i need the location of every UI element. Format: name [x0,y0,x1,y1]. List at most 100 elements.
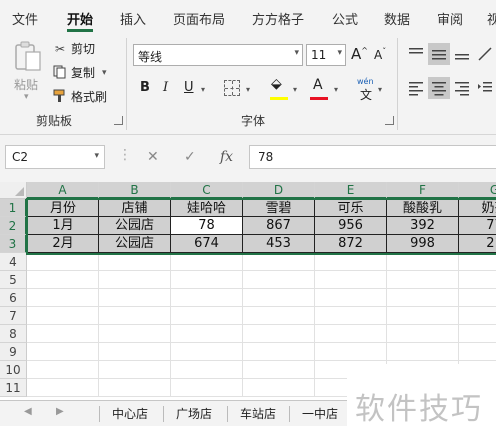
tab-page-layout[interactable]: 页面布局 [173,9,225,28]
cell-d7[interactable] [243,307,315,325]
sheet-tab[interactable]: 车站店 [228,404,288,424]
column-header-d[interactable]: D [243,182,315,199]
cell-b11[interactable] [99,379,171,397]
cell-a11[interactable] [27,379,99,397]
tab-home[interactable]: 开始 [67,9,93,28]
row-header-4[interactable]: 4 [0,253,27,271]
cell-a10[interactable] [27,361,99,379]
column-header-g[interactable]: G [459,182,496,199]
cell-c11[interactable] [171,379,243,397]
border-dropdown-icon[interactable]: ▾ [246,85,250,94]
cell-f2[interactable]: 392 [387,217,459,235]
chevron-down-icon[interactable]: ▾ [94,151,99,161]
cell-a7[interactable] [27,307,99,325]
shrink-font-button[interactable]: Aˇ [374,47,386,62]
cell-e8[interactable] [315,325,387,343]
paste-icon[interactable] [13,41,43,73]
cancel-icon[interactable]: ✕ [147,149,159,165]
cell-f4[interactable] [387,253,459,271]
more-options-icon[interactable]: ⋮ [118,147,132,163]
cell-c7[interactable] [171,307,243,325]
italic-button[interactable]: I [163,80,168,95]
cell-d5[interactable] [243,271,315,289]
cell-c4[interactable] [171,253,243,271]
center-align-button[interactable] [428,77,450,99]
font-size-select[interactable]: 11 ▾ [306,44,346,66]
font-color-dropdown-icon[interactable]: ▾ [334,85,338,94]
grow-font-button[interactable]: A^ [351,45,368,63]
middle-align-button[interactable] [428,43,450,65]
cell-e5[interactable] [315,271,387,289]
column-header-c[interactable]: C [171,182,243,199]
sheet-tab[interactable]: 中心店 [100,404,160,424]
row-header-11[interactable]: 11 [0,379,27,397]
right-align-button[interactable] [451,77,473,99]
sheet-tab[interactable]: 一中店 [290,404,350,424]
cell-g4[interactable] [459,253,496,271]
cell-c9[interactable] [171,343,243,361]
formula-input[interactable]: 78 [249,145,496,169]
cell-b4[interactable] [99,253,171,271]
paste-button[interactable]: 粘贴 [14,76,38,93]
bottom-align-button[interactable] [451,43,473,65]
cell-f3[interactable]: 998 [387,235,459,253]
column-header-f[interactable]: F [387,182,459,199]
row-header-1[interactable]: 1 [0,199,27,217]
tab-formulas[interactable]: 公式 [332,9,358,28]
column-header-b[interactable]: B [99,182,171,199]
cell-c10[interactable] [171,361,243,379]
cell-c2[interactable]: 78 [171,217,243,235]
row-header-9[interactable]: 9 [0,343,27,361]
row-header-10[interactable]: 10 [0,361,27,379]
cell-f5[interactable] [387,271,459,289]
cell-e7[interactable] [315,307,387,325]
cell-g9[interactable] [459,343,496,361]
clipboard-launcher-icon[interactable] [114,116,123,125]
enter-icon[interactable]: ✓ [184,149,196,165]
orientation-button[interactable] [474,43,496,65]
tab-fangfang-grid[interactable]: 方方格子 [252,9,304,28]
column-header-e[interactable]: E [315,182,387,199]
cell-c1[interactable]: 娃哈哈 [171,199,243,217]
cell-d11[interactable] [243,379,315,397]
cell-d2[interactable]: 867 [243,217,315,235]
font-name-select[interactable]: 等线 ▾ [133,44,303,66]
phonetic-guide-button[interactable]: 文 [360,86,372,103]
bold-button[interactable]: B [140,80,150,95]
row-header-7[interactable]: 7 [0,307,27,325]
tab-data[interactable]: 数据 [384,9,410,28]
top-align-button[interactable] [405,43,427,65]
border-icon[interactable] [224,80,240,96]
insert-function-icon[interactable]: fx [220,149,233,165]
cell-b1[interactable]: 店铺 [99,199,171,217]
cell-e1[interactable]: 可乐 [315,199,387,217]
cell-f6[interactable] [387,289,459,307]
font-color-button[interactable]: A [313,77,323,93]
cell-e4[interactable] [315,253,387,271]
cell-b8[interactable] [99,325,171,343]
cell-a2[interactable]: 1月 [27,217,99,235]
row-header-6[interactable]: 6 [0,289,27,307]
cell-d4[interactable] [243,253,315,271]
select-all-button[interactable] [0,182,27,199]
cell-b9[interactable] [99,343,171,361]
cell-g5[interactable] [459,271,496,289]
cut-button[interactable]: ✂ 剪切 [52,40,95,57]
row-header-5[interactable]: 5 [0,271,27,289]
cell-c5[interactable] [171,271,243,289]
cell-c3[interactable]: 674 [171,235,243,253]
cell-f9[interactable] [387,343,459,361]
paste-dropdown-icon[interactable]: ▾ [24,92,29,102]
cell-e2[interactable]: 956 [315,217,387,235]
cell-a1[interactable]: 月份 [27,199,99,217]
cell-a3[interactable]: 2月 [27,235,99,253]
column-header-a[interactable]: A [27,182,99,199]
cell-d3[interactable]: 453 [243,235,315,253]
font-launcher-icon[interactable] [385,116,394,125]
indent-button[interactable] [474,77,496,99]
cell-b2[interactable]: 公园店 [99,217,171,235]
tab-file[interactable]: 文件 [12,9,38,28]
tab-insert[interactable]: 插入 [120,9,146,28]
cell-a8[interactable] [27,325,99,343]
cell-g6[interactable] [459,289,496,307]
